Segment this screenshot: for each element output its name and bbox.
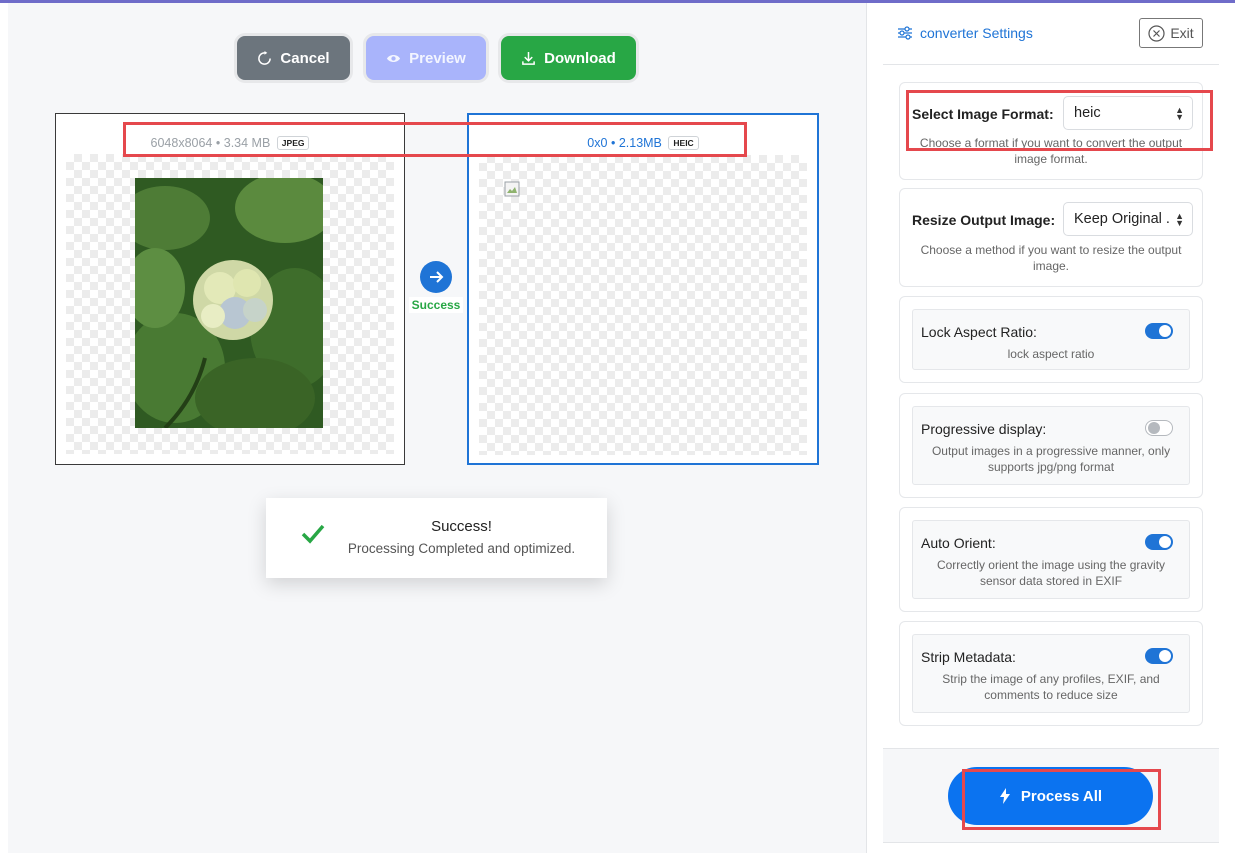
source-canvas	[66, 154, 394, 454]
progressive-label: Progressive display:	[921, 421, 1047, 437]
resize-select[interactable]: Keep Original . ▲ ▼	[1063, 202, 1193, 236]
download-button[interactable]: Download	[501, 36, 636, 80]
strip-metadata-card: Strip Metadata: Strip the image of any p…	[899, 621, 1203, 726]
close-circle-icon	[1148, 24, 1165, 42]
settings-sidebar: converter Settings Exit Select Image For…	[866, 3, 1235, 853]
lock-aspect-card: Lock Aspect Ratio: lock aspect ratio	[899, 296, 1203, 383]
progressive-card: Progressive display: Output images in a …	[899, 393, 1203, 498]
strip-metadata-label: Strip Metadata:	[921, 649, 1016, 665]
highlight-box-meta	[123, 122, 747, 157]
source-photo[interactable]	[135, 178, 323, 428]
preview-button[interactable]: Preview	[366, 36, 486, 80]
auto-orient-card: Auto Orient: Correctly orient the image …	[899, 507, 1203, 612]
output-image-panel: 0x0 • 2.13MB HEIC	[467, 113, 819, 465]
progressive-inner: Progressive display: Output images in a …	[912, 406, 1190, 485]
workspace: Cancel Preview Download 6048x8064 • 3.34…	[8, 3, 866, 853]
preview-label: Preview	[409, 49, 466, 67]
exit-label: Exit	[1170, 25, 1194, 41]
lock-aspect-desc: lock aspect ratio	[1007, 347, 1095, 361]
sidebar-title: converter Settings	[897, 25, 1033, 41]
strip-metadata-toggle[interactable]	[1145, 648, 1173, 664]
auto-orient-label: Auto Orient:	[921, 535, 996, 551]
progressive-desc: Output images in a progressive manner, o…	[931, 444, 1171, 474]
progressive-toggle[interactable]	[1145, 420, 1173, 436]
highlight-box-process	[962, 769, 1161, 830]
arrow-right-icon	[420, 261, 452, 293]
flower-image	[135, 178, 323, 428]
settings-list: Select Image Format: heic ▲ ▼ Choose a fo…	[883, 64, 1219, 749]
download-icon	[522, 51, 536, 65]
output-canvas	[479, 155, 807, 455]
sidebar-title-text: converter Settings	[920, 25, 1033, 41]
auto-orient-toggle[interactable]	[1145, 534, 1173, 550]
sliders-icon	[898, 26, 912, 40]
download-label: Download	[544, 49, 616, 67]
highlight-box-format	[906, 90, 1213, 151]
resize-card: Resize Output Image: Keep Original . ▲ ▼ …	[899, 188, 1203, 287]
auto-orient-desc: Correctly orient the image using the gra…	[936, 558, 1166, 588]
resize-value: Keep Original .	[1074, 211, 1170, 227]
resize-hint: Choose a method if you want to resize th…	[920, 243, 1182, 273]
conversion-status: Success	[406, 261, 466, 316]
lock-aspect-inner: Lock Aspect Ratio: lock aspect ratio	[912, 309, 1190, 370]
toast-message: Processing Completed and optimized.	[347, 541, 576, 556]
strip-metadata-desc: Strip the image of any profiles, EXIF, a…	[942, 672, 1160, 702]
lock-aspect-toggle[interactable]	[1145, 323, 1173, 339]
strip-metadata-inner: Strip Metadata: Strip the image of any p…	[912, 634, 1190, 713]
lock-aspect-label: Lock Aspect Ratio:	[921, 324, 1037, 340]
success-toast: Success! Processing Completed and optimi…	[266, 498, 607, 578]
broken-image-icon	[504, 181, 520, 197]
reload-icon	[258, 50, 272, 65]
eye-icon	[387, 54, 401, 62]
cancel-label: Cancel	[280, 49, 330, 67]
status-label: Success	[408, 297, 464, 313]
toast-title: Success!	[431, 518, 492, 535]
select-caret-icon: ▲ ▼	[1175, 211, 1184, 228]
cancel-button[interactable]: Cancel	[237, 36, 350, 80]
auto-orient-inner: Auto Orient: Correctly orient the image …	[912, 520, 1190, 599]
exit-button[interactable]: Exit	[1139, 18, 1203, 48]
resize-label: Resize Output Image:	[912, 212, 1056, 228]
source-image-panel: 6048x8064 • 3.34 MB JPEG	[55, 113, 405, 465]
